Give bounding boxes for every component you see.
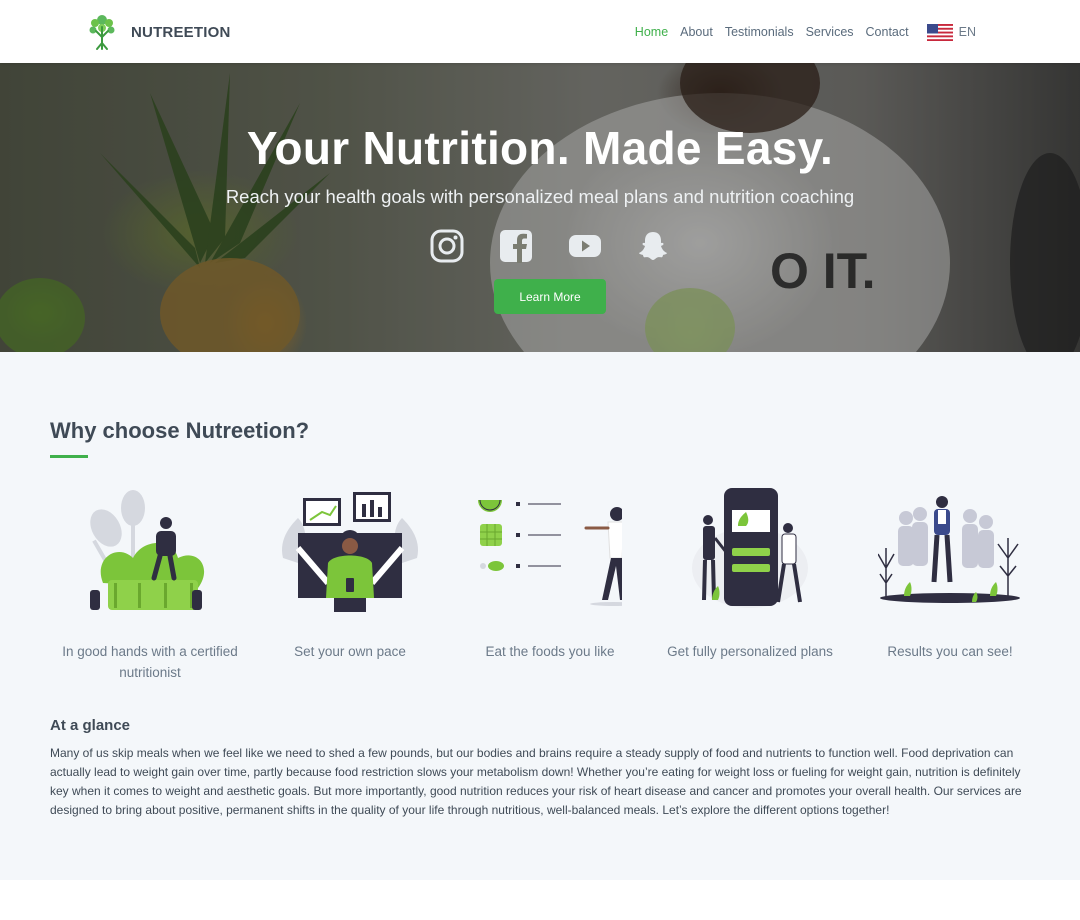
features-row: In good hands with a certified nutrition… [50, 488, 1050, 688]
feature-caption: Set your own pace [294, 644, 406, 659]
hero-subtitle: Reach your health goals with personalize… [225, 186, 855, 207]
nutritionist-illustration [90, 490, 205, 610]
tree-logo-icon [89, 15, 115, 50]
feature-card: Results you can see! [850, 488, 1050, 688]
snapchat-icon[interactable] [636, 229, 670, 263]
language-label: EN [958, 25, 976, 39]
youtube-icon[interactable] [568, 229, 602, 263]
why-choose-section: Why choose Nutreetion? In good hands wit… [0, 352, 1080, 880]
nav-testimonials[interactable]: Testimonials [725, 25, 794, 39]
hero-banner: O IT. Your Nutrition. Made Easy. Reach y… [0, 63, 1080, 352]
foods-illustration [478, 499, 622, 606]
instagram-icon[interactable] [430, 229, 464, 263]
feature-card: Set your own pace [250, 488, 450, 688]
feature-card: Eat the foods you like [450, 488, 650, 688]
nav-services[interactable]: Services [806, 25, 854, 39]
learn-more-button[interactable]: Learn More [494, 279, 606, 314]
glance-title: At a glance [50, 717, 131, 734]
feature-caption: In good hands with a certified nutrition… [62, 644, 238, 680]
personalized-plans-illustration [692, 488, 808, 608]
language-selector[interactable]: EN [926, 23, 976, 41]
nav-about[interactable]: About [680, 25, 713, 39]
nav-contact[interactable]: Contact [866, 25, 909, 39]
own-pace-illustration [281, 492, 419, 612]
social-links [430, 229, 670, 265]
feature-card: In good hands with a certified nutrition… [50, 488, 250, 688]
us-flag-icon [926, 23, 953, 41]
title-underline [50, 455, 88, 458]
nav-links: Home About Testimonials Services Contact… [623, 20, 976, 44]
brand-name: NUTREETION [131, 23, 231, 41]
feature-card: Get fully personalized plans [650, 488, 850, 688]
facebook-icon[interactable] [499, 229, 533, 263]
feature-caption: Get fully personalized plans [667, 644, 833, 659]
brand-home-link[interactable]: NUTREETION [88, 12, 231, 52]
section-title: Why choose Nutreetion? [50, 418, 310, 443]
glance-paragraph: Many of us skip meals when we feel like … [50, 746, 1022, 817]
hero-title: Your Nutrition. Made Easy. [246, 122, 834, 174]
results-illustration [878, 496, 1020, 603]
navbar: NUTREETION Home About Testimonials Servi… [0, 0, 1080, 63]
feature-caption: Results you can see! [887, 644, 1013, 659]
nav-home[interactable]: Home [635, 25, 668, 39]
feature-caption: Eat the foods you like [485, 644, 615, 659]
